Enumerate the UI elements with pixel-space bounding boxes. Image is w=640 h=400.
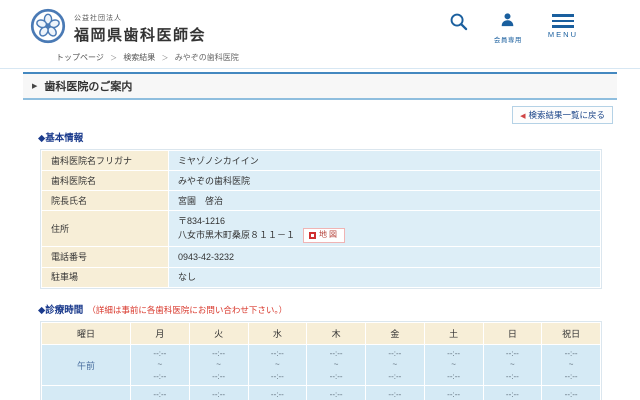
header-divider [0,68,640,69]
row-value-address: 〒834-1216 八女市黒木町桑原８１１－１ 地図 [169,211,601,247]
hours-row-label: 午後 [42,386,131,400]
hours-cell: --:--~--:-- [307,386,366,400]
table-row: 歯科医院名 みやぞの歯科医院 [42,171,601,191]
site-title: 福岡県歯科医師会 [74,24,206,45]
basic-info-table: 歯科医院名フリガナ ミヤゾノシカイイン 歯科医院名 みやぞの歯科医院 院長氏名 … [41,150,601,288]
row-label: 電話番号 [42,247,169,267]
org-type-label: 公益社団法人 [74,13,206,23]
hours-cell: --:--~--:-- [542,344,601,386]
title-arrow-icon: ▶ [32,83,37,90]
page-title-bar: ▶ 歯科医院のご案内 [23,72,617,100]
header-actions: 会員専用 MENU [449,12,578,44]
hours-cell: --:--~--:-- [483,386,542,400]
back-link-label: 検索結果一覧に戻る [528,110,605,120]
hours-cell: --:--~--:-- [131,344,190,386]
breadcrumb-current: みやぞの歯科医院 [175,53,239,62]
hours-cell: --:--~--:-- [483,344,542,386]
hours-row-label: 午前 [42,344,131,386]
day-column-header: 火 [189,322,248,344]
menu-label: MENU [548,30,578,39]
row-label: 歯科医院名 [42,171,169,191]
page: 公益社団法人 福岡県歯科医師会 [0,0,640,400]
page-title: 歯科医院のご案内 [44,78,132,94]
hours-cell: --:--~--:-- [366,344,425,386]
map-icon [309,232,316,239]
table-row: 駐車場 なし [42,267,601,287]
member-area-button[interactable]: 会員専用 [494,12,522,44]
hours-row: 午前--:--~--:----:--~--:----:--~--:----:--… [42,344,601,386]
basic-info-heading-text: ◆基本情報 [38,133,83,144]
table-row-address: 住所 〒834-1216 八女市黒木町桑原８１１－１ 地図 [42,211,601,247]
breadcrumb-link-home[interactable]: トップページ [56,53,104,62]
hours-row: 午後--:--~--:----:--~--:----:--~--:----:--… [42,386,601,400]
hours-header-row-el: 曜日 月火水木金土日祝日 [42,322,601,344]
site-logo-link[interactable]: 公益社団法人 福岡県歯科医師会 [30,8,206,49]
member-person-icon [500,12,515,32]
day-column-header: 木 [307,322,366,344]
breadcrumb-separator: ＞ [110,55,117,62]
hours-cell: --:--~--:-- [248,386,307,400]
brand-text: 公益社団法人 福岡県歯科医師会 [74,13,206,45]
association-logo-icon [30,8,66,49]
map-button[interactable]: 地図 [303,228,345,243]
member-area-label: 会員専用 [494,34,522,44]
hours-cell: --:--~--:-- [424,386,483,400]
row-value: 0943-42-3232 [169,247,601,267]
breadcrumb-separator: ＞ [162,55,169,62]
row-label: 歯科医院名フリガナ [42,151,169,171]
hours-cell: --:--~--:-- [189,344,248,386]
back-to-results-link[interactable]: ◀検索結果一覧に戻る [512,106,613,124]
header: 公益社団法人 福岡県歯科医師会 [0,0,640,49]
hours-table-wrap: 曜日 月火水木金土日祝日 午前--:--~--:----:--~--:----:… [40,321,602,400]
hours-cell: --:--~--:-- [307,344,366,386]
day-column-header: 祝日 [542,322,601,344]
hours-note: （詳細は事前に各歯科医院にお問い合わせ下さい。） [87,305,287,315]
day-column-header: 土 [424,322,483,344]
day-column-header: 日 [483,322,542,344]
basic-info-heading: ◆基本情報 [38,130,640,144]
hours-heading-text: ◆診療時間 [38,305,83,316]
hours-heading: ◆診療時間 （詳細は事前に各歯科医院にお問い合わせ下さい。） [38,302,640,316]
hours-table: 曜日 月火水木金土日祝日 午前--:--~--:----:--~--:----:… [41,322,601,400]
back-row: ◀検索結果一覧に戻る [0,105,613,121]
table-row: 歯科医院名フリガナ ミヤゾノシカイイン [42,151,601,171]
address-text: 八女市黒木町桑原８１１－１ [178,229,295,241]
row-label: 駐車場 [42,267,169,287]
row-label: 住所 [42,211,169,247]
search-button[interactable] [449,12,468,44]
day-column-header: 水 [248,322,307,344]
day-column-header: 月 [131,322,190,344]
hamburger-icon [552,12,574,28]
map-button-label: 地図 [319,230,339,241]
postal-code: 〒834-1216 [178,215,591,227]
back-arrow-icon: ◀ [520,113,525,120]
day-column-header: 金 [366,322,425,344]
basic-info-table-wrap: 歯科医院名フリガナ ミヤゾノシカイイン 歯科医院名 みやぞの歯科医院 院長氏名 … [40,149,602,289]
hours-cell: --:--~--:-- [248,344,307,386]
menu-button[interactable]: MENU [548,12,578,44]
table-row: 電話番号 0943-42-3232 [42,247,601,267]
hours-cell: --:--~--:-- [366,386,425,400]
row-value: 宮園 啓治 [169,191,601,211]
search-icon [449,12,468,36]
hours-cell: --:--~--:-- [189,386,248,400]
row-value: なし [169,267,601,287]
hours-cell: --:--~--:-- [131,386,190,400]
hours-cell: --:--~--:-- [424,344,483,386]
breadcrumb-link-results[interactable]: 検索結果 [123,53,155,62]
day-column-header: 曜日 [42,322,131,344]
row-value: みやぞの歯科医院 [169,171,601,191]
row-value: ミヤゾノシカイイン [169,151,601,171]
table-row: 院長氏名 宮園 啓治 [42,191,601,211]
breadcrumb: トップページ ＞ 検索結果 ＞ みやぞの歯科医院 [56,50,640,68]
row-label: 院長氏名 [42,191,169,211]
hours-cell: --:--~--:-- [542,386,601,400]
